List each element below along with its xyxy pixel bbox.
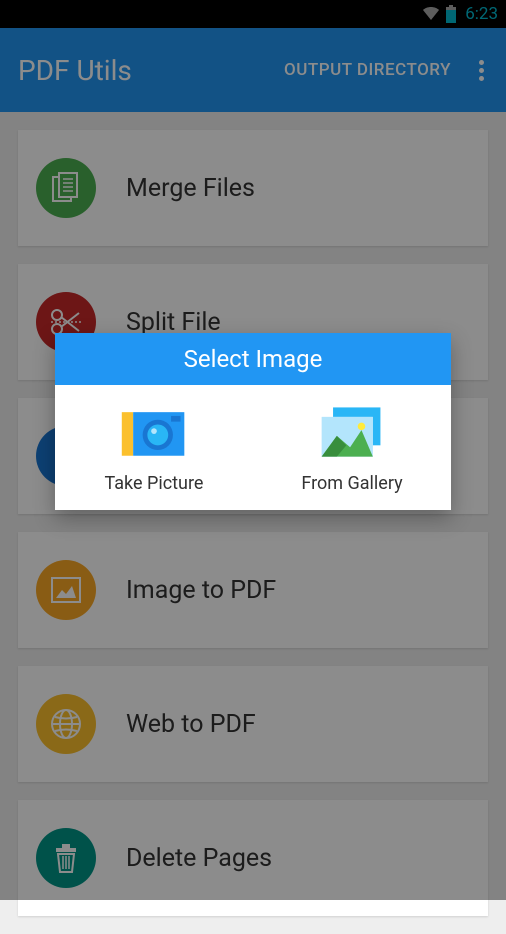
camera-icon bbox=[118, 405, 190, 461]
dialog-body: Take Picture From Gallery bbox=[55, 385, 451, 510]
option-label: Take Picture bbox=[105, 473, 204, 494]
select-image-dialog: Select Image Take Picture bbox=[55, 333, 451, 510]
gallery-icon bbox=[316, 405, 388, 461]
dialog-title: Select Image bbox=[55, 333, 451, 385]
from-gallery-option[interactable]: From Gallery bbox=[253, 405, 451, 494]
take-picture-option[interactable]: Take Picture bbox=[55, 405, 253, 494]
option-label: From Gallery bbox=[301, 473, 402, 494]
